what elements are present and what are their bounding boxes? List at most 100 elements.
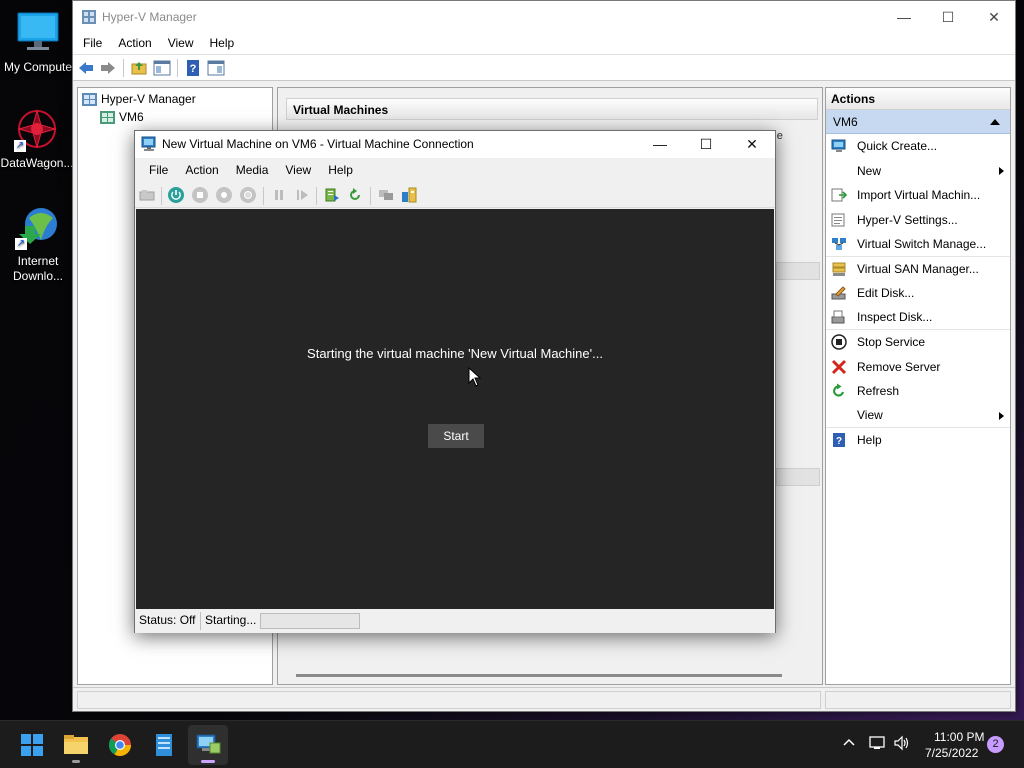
desktop-icon-my-computer[interactable]: My Compute: [1, 10, 75, 75]
action-stop-service[interactable]: Stop Service: [826, 330, 1010, 355]
pause-icon[interactable]: [271, 187, 289, 205]
network-icon[interactable]: [869, 735, 887, 754]
menu-action[interactable]: Action: [177, 163, 227, 182]
menu-action[interactable]: Action: [110, 33, 159, 54]
desktop-icon-datawagon[interactable]: ↗ DataWagon...: [0, 106, 74, 171]
actions-pane: Actions VM6 Quick Create... New Import Vir…: [825, 87, 1011, 685]
up-folder-icon[interactable]: [130, 59, 148, 77]
forward-arrow-icon[interactable]: [99, 59, 117, 77]
start-button[interactable]: [12, 725, 52, 765]
menu-file[interactable]: File: [141, 163, 177, 182]
revert-icon[interactable]: [347, 187, 365, 205]
close-button[interactable]: ✕: [729, 131, 775, 158]
start-power-icon[interactable]: [168, 187, 184, 203]
taskbar-chrome[interactable]: [100, 725, 140, 765]
server-icon: [100, 110, 115, 124]
shut-down-icon[interactable]: [216, 187, 232, 203]
status-panel: [825, 691, 1011, 709]
notification-badge[interactable]: 2: [987, 736, 1004, 753]
action-label: Refresh: [857, 384, 900, 399]
minimize-button[interactable]: —: [881, 1, 927, 33]
action-edit-disk[interactable]: Edit Disk...: [826, 281, 1010, 306]
hyperv-toolbar: ?: [73, 55, 1015, 81]
vm-progress-bar: [260, 613, 360, 629]
action-remove-server[interactable]: Remove Server: [826, 355, 1010, 380]
desktop-icon-label: Internet Downlo...: [12, 254, 64, 283]
menu-file[interactable]: File: [75, 33, 110, 54]
menu-help[interactable]: Help: [320, 163, 362, 182]
datawagon-icon: ↗: [14, 106, 60, 152]
action-label: Quick Create...: [857, 139, 938, 154]
action-refresh[interactable]: Refresh: [826, 379, 1010, 404]
action-inspect-disk[interactable]: Inspect Disk...: [826, 306, 1010, 330]
horizontal-scrollbar[interactable]: [296, 674, 782, 677]
blank-icon: [831, 407, 847, 423]
import-vm-icon: [831, 187, 848, 203]
details-section-divider: [776, 468, 820, 486]
clock-date[interactable]: 7/25/2022: [925, 746, 978, 760]
submenu-arrow-icon: [999, 411, 1004, 420]
menu-help[interactable]: Help: [202, 33, 243, 54]
maximize-button[interactable]: ☐: [683, 131, 729, 158]
close-button[interactable]: ✕: [971, 1, 1017, 33]
action-virtual-switch-manage[interactable]: Virtual Switch Manage...: [826, 232, 1010, 257]
tree-label: VM6: [119, 110, 144, 124]
monitor-icon: [15, 10, 61, 56]
help-book-icon[interactable]: ?: [184, 59, 202, 77]
share-icon[interactable]: [401, 187, 419, 205]
volume-icon[interactable]: [893, 735, 911, 754]
shortcut-arrow-icon: ↗: [14, 140, 26, 152]
vm-connection-statusbar: Status: Off Starting...: [135, 609, 775, 633]
action-view[interactable]: View: [826, 404, 1010, 428]
action-label: View: [857, 408, 883, 423]
taskbar-vm-connection[interactable]: [188, 725, 228, 765]
vm-connection-icon: [196, 734, 221, 754]
svg-text:?: ?: [836, 436, 842, 447]
desktop-icon-internet-download-manager[interactable]: ↗ Internet Downlo...: [1, 204, 75, 284]
action-import-virtual-machin[interactable]: Import Virtual Machin...: [826, 183, 1010, 208]
action-new[interactable]: New: [826, 159, 1010, 184]
resume-icon[interactable]: [294, 187, 312, 205]
show-hide-console-tree-icon[interactable]: [153, 59, 171, 77]
action-label: New: [857, 163, 882, 178]
taskbar-file-explorer[interactable]: [56, 725, 96, 765]
taskbar-server-manager[interactable]: [144, 725, 184, 765]
action-hyper-v-settings[interactable]: Hyper-V Settings...: [826, 208, 1010, 233]
menu-view[interactable]: View: [277, 163, 320, 182]
show-hidden-icons-chevron-icon[interactable]: [842, 735, 856, 752]
action-label: Hyper-V Settings...: [857, 212, 958, 227]
action-virtual-san-manager[interactable]: Virtual SAN Manager...: [826, 257, 1010, 282]
save-state-icon[interactable]: [240, 187, 256, 203]
tree-item-vm6[interactable]: VM6: [100, 110, 144, 124]
action-quick-create[interactable]: Quick Create...: [826, 134, 1010, 159]
minimize-button[interactable]: —: [637, 131, 683, 158]
back-arrow-icon[interactable]: [77, 59, 95, 77]
maximize-button[interactable]: ☐: [925, 1, 971, 33]
svg-text:?: ?: [190, 63, 197, 75]
menu-view[interactable]: View: [160, 33, 202, 54]
collapse-caret-icon[interactable]: [990, 119, 1000, 125]
actions-section-vm6[interactable]: VM6: [826, 110, 1010, 134]
turn-off-icon[interactable]: [192, 187, 208, 203]
tree-item-hyperv-manager[interactable]: Hyper-V Manager: [82, 92, 196, 106]
hyperv-titlebar: Hyper-V Manager — ☐ ✕: [73, 1, 1015, 33]
status-separator: [200, 612, 201, 630]
checkpoint-icon[interactable]: [324, 187, 342, 205]
menu-media[interactable]: Media: [228, 163, 278, 182]
virtual-switch-icon: [831, 236, 847, 252]
vm-display[interactable]: Starting the virtual machine 'New Virtua…: [136, 209, 774, 609]
edit-disk-icon: [831, 285, 847, 301]
action-help[interactable]: ? Help: [826, 428, 1010, 453]
show-hide-action-pane-icon[interactable]: [207, 59, 225, 77]
hyperv-settings-icon: [831, 212, 847, 228]
help-icon: ?: [831, 432, 847, 448]
vm-status-text: Starting...: [205, 613, 257, 627]
vm-status-message: Starting the virtual machine 'New Virtua…: [307, 346, 603, 361]
tree-label: Hyper-V Manager: [101, 92, 196, 106]
file-explorer-icon: [64, 735, 88, 754]
start-button[interactable]: Start: [428, 424, 484, 448]
toolbar-separator: [370, 187, 371, 205]
ctrl-alt-del-icon[interactable]: [139, 187, 157, 205]
enhanced-session-icon[interactable]: [378, 187, 396, 205]
clock-time[interactable]: 11:00 PM: [934, 730, 984, 744]
